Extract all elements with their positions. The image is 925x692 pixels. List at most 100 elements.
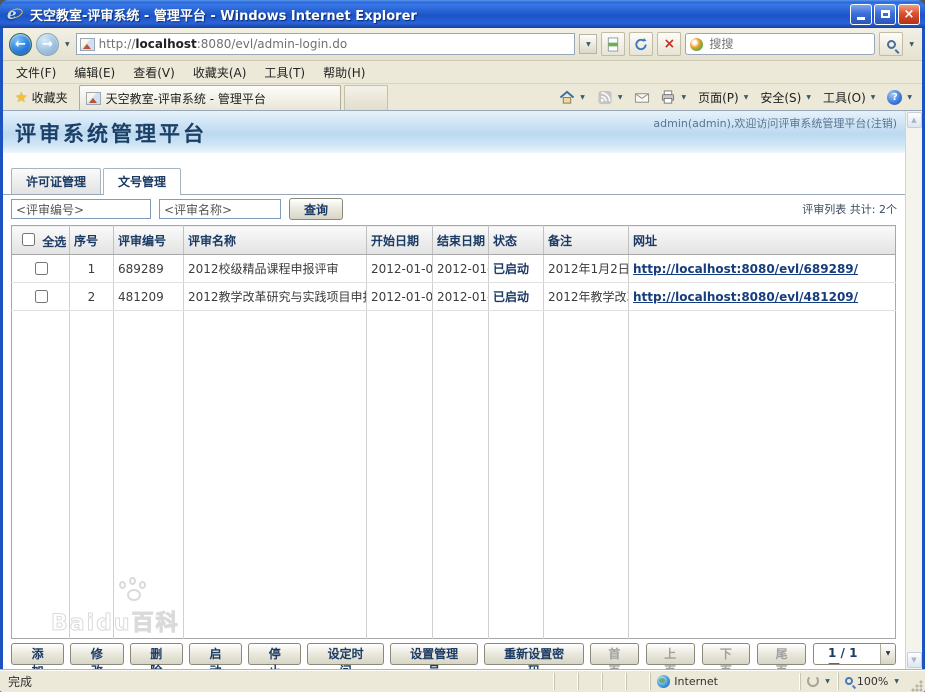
cell-start: 2012-01-02 [367,283,433,311]
protected-mode-button[interactable]: ▼ [800,673,838,690]
back-button[interactable]: ← [9,33,32,56]
refresh-button[interactable] [629,32,653,56]
close-button[interactable]: × [898,4,920,25]
scroll-up-button[interactable]: ▲ [907,112,922,128]
chevron-down-icon: ▼ [679,94,688,101]
logout-link[interactable]: (注销) [866,117,897,130]
resize-grip[interactable] [911,680,923,692]
delete-button[interactable]: 删除 [130,643,183,665]
stop-button[interactable]: × [657,32,681,56]
search-go-button[interactable] [879,32,903,56]
menu-view[interactable]: 查看(V) [124,61,184,84]
history-dropdown-icon[interactable]: ▼ [63,41,72,48]
query-button[interactable]: 查询 [289,198,343,220]
review-table: 全选 序号 评审编号 评审名称 开始日期 结束日期 状态 备注 网址 [11,225,896,639]
address-dropdown-button[interactable]: ▼ [579,34,597,54]
review-name-input[interactable] [159,199,281,219]
minimize-button[interactable] [850,4,872,25]
new-tab-button[interactable] [344,85,388,110]
soso-search-icon [690,38,703,51]
tools-menu-button[interactable]: 工具(O) ▼ [819,87,881,108]
start-button[interactable]: 启动 [189,643,242,665]
chevron-down-icon: ▼ [578,94,587,101]
next-page-button[interactable]: 下页 [702,643,751,665]
chevron-down-icon: ▼ [869,94,878,101]
menu-edit[interactable]: 编辑(E) [65,61,124,84]
welcome-message: admin(admin),欢迎访问评审系统管理平台(注销) [653,115,897,131]
tab-license-management[interactable]: 许可证管理 [11,168,101,194]
first-page-button[interactable]: 首页 [590,643,639,665]
menu-file[interactable]: 文件(F) [7,61,65,84]
page-tab[interactable]: 天空教室-评审系统 - 管理平台 [79,85,341,110]
tab-title: 天空教室-评审系统 - 管理平台 [106,90,266,107]
back-icon: ← [15,37,26,52]
compatibility-view-button[interactable] [601,32,625,56]
restore-icon [881,10,890,18]
add-button[interactable]: 添加 [11,643,64,665]
cell-code: 689289 [114,255,184,283]
restore-button[interactable] [874,4,896,25]
cell-note: 2012年教学改革研 [544,283,629,311]
menu-bar: 文件(F) 编辑(E) 查看(V) 收藏夹(A) 工具(T) 帮助(H) [3,61,922,84]
home-button[interactable]: ▼ [555,88,591,107]
reset-password-button[interactable]: 重新设置密码 [484,643,584,665]
menu-help[interactable]: 帮助(H) [314,61,374,84]
menu-favorites[interactable]: 收藏夹(A) [184,61,256,84]
compatibility-icon [605,37,621,52]
menu-tools[interactable]: 工具(T) [255,61,314,84]
zoom-level: 100% [857,675,888,688]
cell-end: 2012-01-29 [433,255,489,283]
print-button[interactable]: ▼ [656,88,692,107]
print-icon [660,90,676,105]
pagination: 首页 上页 下页 尾页 1 / 1页 ▼ [590,643,896,665]
home-icon [559,90,575,105]
forward-button[interactable]: → [36,33,59,56]
search-options-dropdown-icon[interactable]: ▼ [907,41,916,48]
cell-note: 2012年1月2日至: [544,255,629,283]
header-seq: 序号 [70,226,114,255]
status-bar: 完成 Internet ▼ 100% ▼ [0,669,925,692]
page-banner: 评审系统管理平台 admin(admin),欢迎访问评审系统管理平台(注销) [3,111,905,153]
page-select-dropdown-icon[interactable]: ▼ [880,644,895,664]
action-bar: 添加 修改 删除 启动 停止 设定时间 设置管理员 重新设置密码 首页 上页 下… [3,639,905,669]
address-bar[interactable]: http://localhost:8080/evl/admin-login.do [76,33,576,55]
favorites-bar: ★ 收藏夹 天空教室-评审系统 - 管理平台 ▼ ▼ ▼ 页面(P) ▼ [3,84,922,111]
select-all-checkbox[interactable] [22,233,35,246]
vertical-scrollbar[interactable]: ▲ ▼ [905,111,922,669]
table-row: 2 481209 2012教学改革研究与实践项目申报 2012-01-02 20… [12,283,896,311]
feeds-button[interactable]: ▼ [593,88,629,107]
last-page-button[interactable]: 尾页 [757,643,806,665]
scroll-down-button[interactable]: ▼ [907,652,922,668]
empty-rows-area [12,311,896,639]
module-tabs: 许可证管理 文号管理 [3,169,905,195]
help-icon: ? [887,90,902,105]
mail-icon [634,90,650,105]
status-text: 完成 [8,673,554,690]
navigation-bar: ← → ▼ http://localhost:8080/evl/admin-lo… [3,28,922,61]
modify-button[interactable]: 修改 [70,643,123,665]
row-checkbox[interactable] [35,290,48,303]
web-search-box [685,33,875,55]
security-menu-button[interactable]: 安全(S) ▼ [756,87,817,108]
read-mail-button[interactable] [630,88,654,107]
page-select[interactable]: 1 / 1页 ▼ [813,643,896,665]
review-url-link[interactable]: http://localhost:8080/evl/481209/ [633,290,858,304]
favorites-button[interactable]: ★ 收藏夹 [7,85,76,110]
help-button[interactable]: ? ▼ [883,88,918,107]
tab-document-management[interactable]: 文号管理 [103,168,181,195]
set-admin-button[interactable]: 设置管理员 [390,643,478,665]
prev-page-button[interactable]: 上页 [646,643,695,665]
review-url-link[interactable]: http://localhost:8080/evl/689289/ [633,262,858,276]
stop-review-button[interactable]: 停止 [248,643,301,665]
row-checkbox[interactable] [35,262,48,275]
web-search-input[interactable] [707,36,870,52]
review-code-input[interactable] [11,199,151,219]
chevron-down-icon: ▼ [823,678,832,685]
page-menu-button[interactable]: 页面(P) ▼ [694,87,754,108]
ie-logo-icon: e [7,5,25,23]
header-note: 备注 [544,226,629,255]
zoom-control[interactable]: 100% ▼ [838,673,907,690]
close-icon: × [904,7,915,22]
set-time-button[interactable]: 设定时间 [307,643,384,665]
chevron-down-icon: ▼ [804,94,813,101]
